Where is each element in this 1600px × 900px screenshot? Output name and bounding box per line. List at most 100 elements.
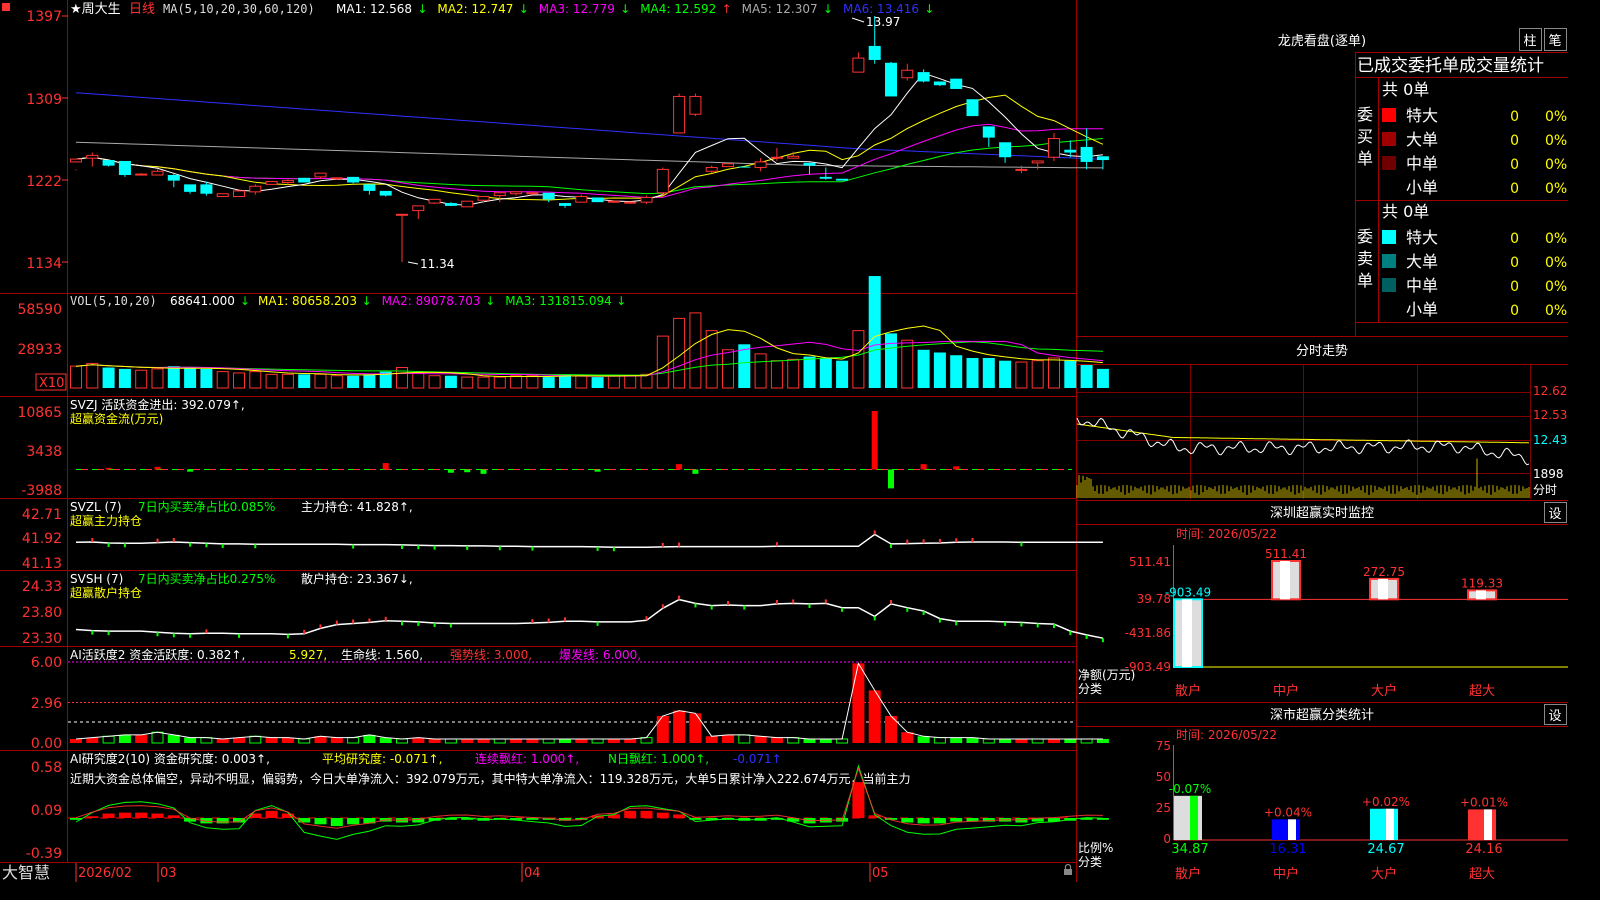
svzj-bar[interactable]	[105, 467, 112, 470]
candle-body[interactable]	[461, 200, 474, 208]
activity-bar[interactable]	[102, 735, 115, 744]
research-bar[interactable]	[933, 818, 946, 824]
research-bar[interactable]	[526, 818, 539, 820]
research-bar[interactable]	[640, 810, 653, 819]
candle-body[interactable]	[542, 192, 555, 200]
candle-body[interactable]	[689, 95, 702, 115]
candle-body[interactable]	[852, 57, 865, 73]
candle-body[interactable]	[933, 81, 946, 86]
candle-body[interactable]	[102, 160, 115, 166]
candle-body[interactable]	[738, 166, 751, 168]
candle-body[interactable]	[298, 177, 311, 183]
volume-bar[interactable]	[656, 335, 669, 389]
activity-bar[interactable]	[591, 738, 604, 744]
candle-body[interactable]	[754, 161, 767, 169]
volume-bar[interactable]	[1064, 360, 1077, 388]
candle-body[interactable]	[803, 162, 816, 166]
volume-bar[interactable]	[216, 371, 229, 389]
volume-bar[interactable]	[542, 377, 555, 388]
svzj-bar[interactable]	[447, 469, 454, 473]
research-bar[interactable]	[265, 810, 278, 819]
candle-body[interactable]	[70, 158, 82, 163]
candle-body[interactable]	[233, 190, 245, 198]
activity-bar[interactable]	[803, 738, 816, 743]
volume-bar[interactable]	[526, 375, 539, 389]
research-bar[interactable]	[151, 813, 164, 819]
activity-bar[interactable]	[1064, 738, 1077, 743]
activity-bar[interactable]	[1015, 738, 1028, 743]
candle-body[interactable]	[591, 197, 604, 203]
volume-bar[interactable]	[999, 360, 1012, 388]
candle-body[interactable]	[281, 180, 294, 183]
volume-bar[interactable]	[982, 357, 995, 388]
research-bar[interactable]	[656, 812, 669, 819]
candle-body[interactable]	[265, 181, 278, 185]
volume-bar[interactable]	[836, 360, 849, 388]
activity-bar[interactable]	[950, 737, 963, 743]
period-label[interactable]: 日线	[129, 2, 155, 17]
candle-body[interactable]	[151, 170, 164, 176]
research-bar[interactable]	[673, 814, 686, 819]
volume-bar[interactable]	[428, 375, 441, 389]
research-bar[interactable]	[950, 818, 963, 822]
activity-bar[interactable]	[738, 734, 751, 744]
activity-bar[interactable]	[852, 663, 865, 743]
volume-bar[interactable]	[624, 375, 637, 389]
candle-body[interactable]	[673, 95, 686, 134]
activity-bar[interactable]	[1080, 738, 1093, 744]
candle-body[interactable]	[999, 142, 1012, 158]
research-bar[interactable]	[917, 818, 930, 824]
research-bar[interactable]	[135, 812, 148, 819]
red-square-icon[interactable]	[2, 3, 10, 11]
candle-body[interactable]	[885, 62, 897, 97]
volume-bar[interactable]	[1048, 357, 1060, 389]
svzj-bar[interactable]	[594, 469, 601, 472]
candle-body[interactable]	[216, 193, 229, 198]
candle-body[interactable]	[444, 203, 457, 206]
activity-bar[interactable]	[70, 738, 82, 743]
activity-bar[interactable]	[347, 737, 360, 744]
activity-bar[interactable]	[819, 738, 832, 743]
research-bar[interactable]	[624, 810, 637, 819]
volume-bar[interactable]	[722, 349, 734, 389]
volume-bar[interactable]	[151, 368, 164, 389]
candle-body[interactable]	[640, 196, 653, 203]
svzj-bar[interactable]	[676, 464, 683, 470]
research-bar[interactable]	[347, 818, 360, 825]
research-bar[interactable]	[330, 818, 343, 827]
volume-bar[interactable]	[950, 355, 963, 388]
volume-bar[interactable]	[86, 362, 99, 389]
candle-body[interactable]	[819, 176, 832, 179]
research-bar[interactable]	[86, 816, 99, 819]
volume-bar[interactable]	[233, 372, 245, 389]
volume-bar[interactable]	[575, 375, 588, 389]
svzj-bar[interactable]	[480, 469, 487, 474]
activity-bar[interactable]	[526, 738, 539, 743]
candle-body[interactable]	[705, 167, 718, 172]
candle-body[interactable]	[379, 190, 392, 196]
volume-bar[interactable]	[477, 376, 490, 389]
svzj-bar[interactable]	[187, 469, 194, 472]
activity-bar[interactable]	[917, 736, 930, 743]
candle-body[interactable]	[363, 184, 376, 191]
volume-bar[interactable]	[118, 368, 131, 388]
activity-bar[interactable]	[754, 736, 767, 743]
activity-bar[interactable]	[363, 734, 376, 743]
volume-bar[interactable]	[852, 330, 865, 389]
volume-bar[interactable]	[1015, 361, 1028, 389]
volume-bar[interactable]	[803, 356, 816, 388]
volume-bar[interactable]	[966, 357, 979, 388]
activity-bar[interactable]	[510, 738, 523, 743]
candle-body[interactable]	[1048, 138, 1060, 158]
volume-bar[interactable]	[607, 375, 620, 389]
activity-bar[interactable]	[477, 738, 490, 743]
candle-body[interactable]	[330, 177, 343, 180]
research-bar[interactable]	[314, 818, 327, 825]
candle-body[interactable]	[787, 155, 800, 159]
volume-bar[interactable]	[298, 374, 311, 388]
volume-bar[interactable]	[70, 365, 82, 389]
svzj-bar[interactable]	[953, 466, 960, 470]
candle-body[interactable]	[966, 99, 979, 117]
volume-bar[interactable]	[363, 374, 376, 388]
candle-body[interactable]	[510, 191, 523, 195]
